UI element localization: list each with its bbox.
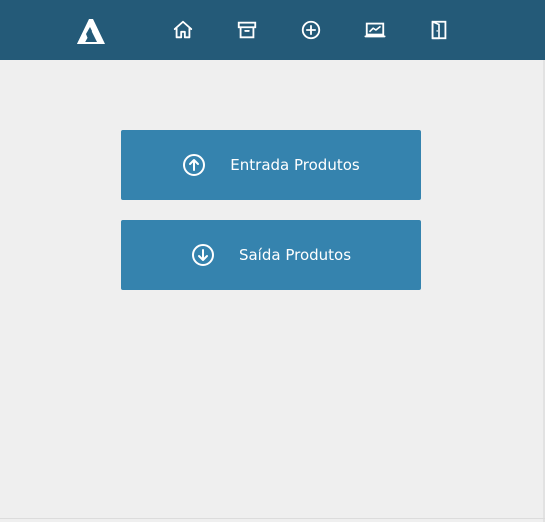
chart-monitor-icon bbox=[364, 22, 386, 38]
door-exit-icon bbox=[431, 20, 447, 40]
saida-produtos-label: Saída Produtos bbox=[238, 246, 352, 264]
plus-circle-icon bbox=[301, 20, 321, 40]
nav-logout-button[interactable] bbox=[426, 17, 452, 43]
window-bottom-border bbox=[0, 518, 545, 519]
arrow-down-circle-icon bbox=[191, 243, 215, 267]
nav-home-button[interactable] bbox=[170, 17, 196, 43]
nav-archive-button[interactable] bbox=[234, 17, 260, 43]
entrada-produtos-label: Entrada Produtos bbox=[230, 156, 360, 174]
app-logo-icon[interactable] bbox=[74, 13, 108, 47]
arrow-up-circle-icon bbox=[182, 153, 206, 177]
top-navigation-bar bbox=[0, 0, 545, 60]
entrada-produtos-button[interactable]: Entrada Produtos bbox=[121, 130, 421, 200]
home-icon bbox=[173, 20, 193, 39]
saida-produtos-button[interactable]: Saída Produtos bbox=[121, 220, 421, 290]
app-window: Entrada Produtos Saída Produtos bbox=[0, 0, 545, 522]
nav-reports-button[interactable] bbox=[362, 17, 388, 43]
nav-add-button[interactable] bbox=[298, 17, 324, 43]
archive-box-icon bbox=[237, 21, 257, 39]
